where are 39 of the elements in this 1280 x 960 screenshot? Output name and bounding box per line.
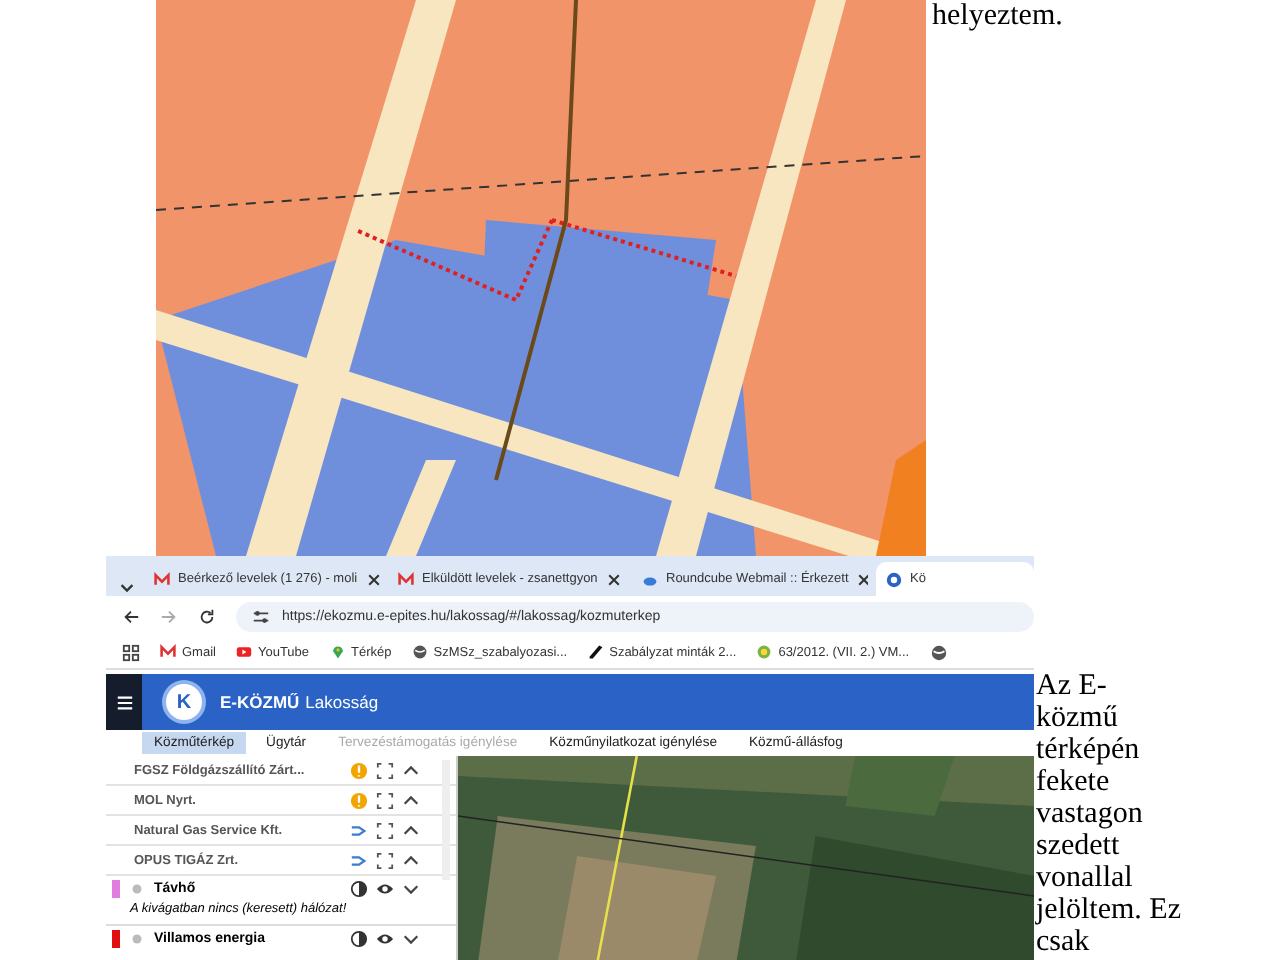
paragraph-text: Az E-közmű térképén fekete vastagon szedett vonallal jelöltem. Ez csak xyxy=(1034,668,1182,960)
chevron-down-icon[interactable] xyxy=(118,578,136,596)
pin-icon xyxy=(329,644,346,660)
globe-icon xyxy=(411,644,428,660)
sliders-icon[interactable] xyxy=(252,607,270,625)
expand-icon[interactable] xyxy=(376,791,394,809)
close-icon[interactable] xyxy=(605,571,622,587)
site-icon xyxy=(886,571,902,587)
mail-icon xyxy=(160,644,176,660)
layer-icon xyxy=(128,880,146,898)
close-icon[interactable] xyxy=(365,571,380,587)
paragraph-text: helyeztem. xyxy=(930,0,1063,36)
circle-icon xyxy=(756,644,773,660)
chevron-down-icon[interactable] xyxy=(402,880,420,898)
warning-icon xyxy=(350,761,368,779)
chevron-down-icon[interactable] xyxy=(402,930,420,948)
mail-icon xyxy=(398,571,414,587)
contrast-icon[interactable] xyxy=(350,880,368,898)
expand-icon[interactable] xyxy=(376,761,394,779)
pen-icon xyxy=(587,644,604,660)
reload-icon[interactable] xyxy=(198,607,216,625)
contrast-icon[interactable] xyxy=(350,930,368,948)
logo: K xyxy=(166,684,202,720)
close-icon[interactable] xyxy=(856,571,868,587)
app-title: E-KÖZMŰ xyxy=(220,692,300,712)
layer-icon xyxy=(128,930,146,948)
mail-icon xyxy=(154,571,170,587)
app-section: Lakosság xyxy=(305,692,379,712)
expand-icon[interactable] xyxy=(376,821,394,839)
play-icon xyxy=(235,644,252,660)
warning-icon xyxy=(350,791,368,809)
globe-icon[interactable] xyxy=(929,643,948,661)
back-icon[interactable] xyxy=(122,607,140,625)
menu-button[interactable] xyxy=(106,674,142,730)
expand-icon[interactable] xyxy=(376,851,394,869)
eye-icon[interactable] xyxy=(376,880,394,898)
apps-icon[interactable] xyxy=(122,643,140,661)
menu-icon xyxy=(115,693,133,711)
eye-icon[interactable] xyxy=(376,930,394,948)
